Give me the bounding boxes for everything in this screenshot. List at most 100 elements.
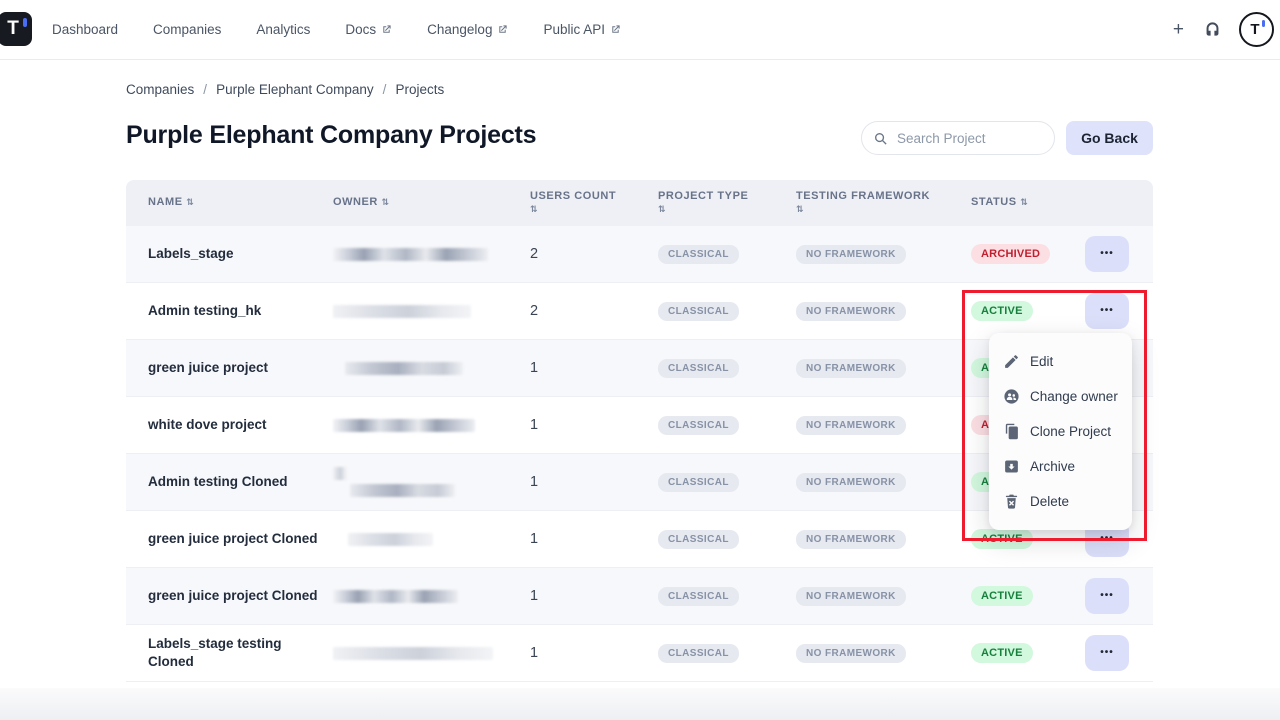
project-type-badge: CLASSICAL [658,587,739,606]
menu-item-change-owner[interactable]: Change owner [989,379,1132,414]
breadcrumb-company[interactable]: Purple Elephant Company [216,82,374,97]
change-owner-icon [1003,388,1020,405]
nav-item-label: Changelog [427,22,492,37]
row-actions-button[interactable]: ••• [1085,635,1129,671]
nav-item-dashboard[interactable]: Dashboard [52,22,118,37]
project-type-badge: CLASSICAL [658,416,739,435]
column-header-testing-framework[interactable]: TESTING FRAMEWORK ⇅ [796,190,971,217]
project-type-badge: CLASSICAL [658,302,739,321]
redacted-owner-name [333,467,347,480]
search-input[interactable] [895,130,1043,147]
redacted-owner-name [333,419,475,432]
support-button[interactable] [1203,20,1222,39]
project-name: green juice project Cloned [148,587,333,605]
external-link-icon [381,24,392,35]
redacted-owner-name [345,362,463,375]
avatar-letter: T [1250,21,1259,38]
project-owner [333,362,530,375]
go-back-button[interactable]: Go Back [1066,121,1153,155]
column-header-project-type[interactable]: PROJECT TYPE ⇅ [658,190,796,217]
table-row: Labels_stage testing Cloned1CLASSICALNO … [126,625,1153,682]
users-count: 1 [530,474,658,490]
nav-item-label: Companies [153,22,221,37]
users-count: 1 [530,588,658,604]
project-name: white dove project [148,416,333,434]
sort-icon: ⇅ [796,204,961,217]
testing-framework-badge: NO FRAMEWORK [796,587,906,606]
project-name: green juice project Cloned [148,530,333,548]
column-label: OWNER [333,196,382,208]
sort-icon: ⇅ [530,204,648,217]
project-name: green juice project [148,359,333,377]
nav-item-changelog[interactable]: Changelog [427,22,508,37]
testing-framework-badge: NO FRAMEWORK [796,530,906,549]
project-type-badge: CLASSICAL [658,245,739,264]
column-label: TESTING FRAMEWORK [796,190,930,202]
menu-item-archive[interactable]: Archive [989,449,1132,484]
nav-item-docs[interactable]: Docs [345,22,392,37]
ellipsis-icon: ••• [1100,534,1114,544]
project-owner [333,467,530,497]
project-owner [333,305,530,318]
sort-icon: ⇅ [658,204,786,217]
table-row: green juice project Cloned 1CLASSICAL NO F… [126,568,1153,625]
table-row: Labels_stage2CLASSICALNO FRAMEWORKARCHIV… [126,226,1153,283]
status-badge: ACTIVE [971,586,1033,606]
menu-item-clone-project[interactable]: Clone Project [989,414,1132,449]
row-actions-button[interactable]: ••• [1085,293,1129,329]
headset-icon [1203,20,1222,39]
column-header-owner[interactable]: OWNER ⇅ [333,196,530,210]
delete-icon [1003,493,1020,510]
redacted-owner-name [333,590,458,603]
status-badge: ARCHIVED [971,244,1050,264]
app-logo[interactable]: T [0,12,32,46]
column-header-status[interactable]: STATUS ⇅ [971,196,1083,210]
ellipsis-icon: ••• [1100,249,1114,259]
testing-framework-badge: NO FRAMEWORK [796,416,906,435]
project-type-badge: CLASSICAL [658,530,739,549]
app-logo-letter: T [7,18,19,40]
ellipsis-icon: ••• [1100,591,1114,601]
sort-icon: ⇅ [186,198,194,208]
nav-item-public-api[interactable]: Public API [543,22,621,37]
avatar-tick [1262,20,1265,27]
menu-item-label: Delete [1030,494,1069,509]
nav-item-label: Analytics [256,22,310,37]
users-count: 2 [530,246,658,262]
column-header-name[interactable]: NAME ⇅ [148,196,333,210]
menu-item-label: Clone Project [1030,424,1111,439]
row-actions-button[interactable]: ••• [1085,236,1129,272]
project-owner [333,590,530,603]
page-bottom-band [0,688,1280,720]
project-name: Admin testing Cloned [148,473,333,491]
redacted-owner-name [350,484,455,497]
breadcrumb-projects: Projects [395,82,444,97]
users-count: 1 [530,417,658,433]
clone-project-icon [1003,423,1020,440]
project-name: Labels_stage testing Cloned [148,635,333,671]
nav-item-companies[interactable]: Companies [153,22,221,37]
menu-item-label: Change owner [1030,389,1118,404]
archive-icon [1003,458,1020,475]
breadcrumb: Companies / Purple Elephant Company / Pr… [126,82,444,97]
menu-item-delete[interactable]: Delete [989,484,1132,519]
status-badge: ACTIVE [971,301,1033,321]
testing-framework-badge: NO FRAMEWORK [796,302,906,321]
ellipsis-icon: ••• [1100,648,1114,658]
add-button[interactable]: + [1171,20,1186,39]
redacted-owner-name [333,248,488,261]
breadcrumb-companies[interactable]: Companies [126,82,194,97]
external-link-icon [497,24,508,35]
search-icon [873,131,888,146]
users-count: 1 [530,645,658,661]
sort-icon: ⇅ [1020,198,1028,208]
menu-item-edit[interactable]: Edit [989,344,1132,379]
testing-framework-badge: NO FRAMEWORK [796,644,906,663]
nav-item-analytics[interactable]: Analytics [256,22,310,37]
redacted-owner-name [333,305,471,318]
column-label: USERS COUNT [530,190,616,202]
column-header-users-count[interactable]: USERS COUNT ⇅ [530,190,658,217]
row-actions-button[interactable]: ••• [1085,578,1129,614]
avatar[interactable]: T [1239,12,1274,47]
project-name: Labels_stage [148,245,333,263]
